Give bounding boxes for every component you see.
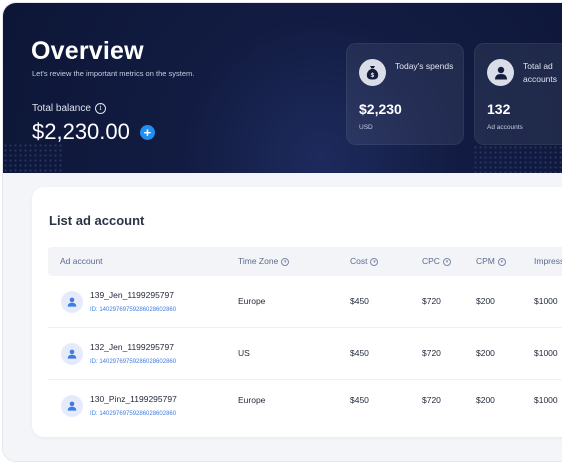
impressions-cell: $1000 [534,296,558,306]
time-zone-cell: Europe [238,296,266,306]
account-name: 139_Jen_1199295797 [90,290,174,300]
page-subtitle: Let's review the important metrics on th… [32,69,195,78]
cpc-cell: $720 [422,296,441,306]
column-header-impressions[interactable]: Impress [534,247,562,276]
column-header-cpm[interactable]: CPM ▾ [476,247,506,276]
account-name: 132_Jen_1199295797 [90,342,174,352]
user-icon [61,395,83,417]
column-header-cost[interactable]: Cost ▾ [350,247,379,276]
total-balance: $2,230.00 + [32,119,155,145]
column-label: Ad account [60,256,103,266]
stat-unit: Ad accounts [487,124,523,131]
time-zone-cell: US [238,348,250,358]
decor-dots [473,145,562,173]
money-bag-icon: $ [359,59,386,86]
table-header: Ad account Time Zone ▾ Cost ▾ CPC ▾ CPM … [48,247,562,276]
stat-value: 132 [487,101,511,117]
svg-text:$: $ [370,72,374,79]
total-balance-text: Total balance [32,103,91,114]
total-balance-label: Total balance i [32,103,106,114]
time-zone-cell: Europe [238,395,266,405]
cpm-cell: $200 [476,296,495,306]
account-id: ID: 1402976975928602860​2860 [90,411,177,417]
column-label: CPC [422,256,440,266]
ad-account-list-card: List ad account Ad account Time Zone ▾ C… [32,187,562,437]
account-id: ID: 1402976975928602860​2860 [90,307,177,313]
table-row[interactable]: 132_Jen_1199295797 ID: 14029769759286028… [48,328,562,380]
column-header-time-zone[interactable]: Time Zone ▾ [238,247,290,276]
user-icon [487,59,514,86]
sort-icon[interactable]: ▾ [442,257,451,266]
stat-card-ad-accounts: Total ad accounts 132 Ad accounts [474,43,562,145]
overview-header: Overview Let's review the important metr… [3,3,562,173]
column-label: Cost [350,256,368,266]
column-header-ad-account[interactable]: Ad account [60,247,103,276]
card-title: List ad account [49,213,145,228]
cost-cell: $450 [350,395,369,405]
sort-icon[interactable]: ▾ [281,257,290,266]
add-balance-button[interactable]: + [139,124,155,140]
cpc-cell: $720 [422,395,441,405]
column-label: Time Zone [238,256,279,266]
stat-label: Today's spends [395,61,454,71]
decor-dots [3,143,63,173]
cpm-cell: $200 [476,348,495,358]
stat-value: $2,230 [359,101,402,117]
total-balance-value: $2,230.00 [32,119,130,144]
column-label: Impress [534,256,562,266]
stat-card-spends: $ Today's spends $2,230 USD [346,43,464,145]
user-icon [61,343,83,365]
page-title: Overview [31,37,144,65]
impressions-cell: $1000 [534,348,558,358]
column-label: CPM [476,256,495,266]
column-header-cpc[interactable]: CPC ▾ [422,247,451,276]
account-id: ID: 1402976975928602860​2860 [90,359,177,365]
cost-cell: $450 [350,348,369,358]
sort-icon[interactable]: ▾ [370,257,379,266]
info-icon[interactable]: i [94,103,106,114]
app-frame: Overview Let's review the important metr… [2,2,562,462]
sort-icon[interactable]: ▾ [497,257,506,266]
stat-label: Total ad accounts [523,61,558,84]
cpc-cell: $720 [422,348,441,358]
stat-unit: USD [359,124,373,131]
cpm-cell: $200 [476,395,495,405]
table-row[interactable]: 130_Pinz_1199295797 ID: 1402976975928602… [48,380,562,432]
table-row[interactable]: 139_Jen_1199295797 ID: 14029769759286028… [48,276,562,328]
user-icon [61,291,83,313]
impressions-cell: $1000 [534,395,558,405]
account-name: 130_Pinz_1199295797 [90,394,177,404]
cost-cell: $450 [350,296,369,306]
